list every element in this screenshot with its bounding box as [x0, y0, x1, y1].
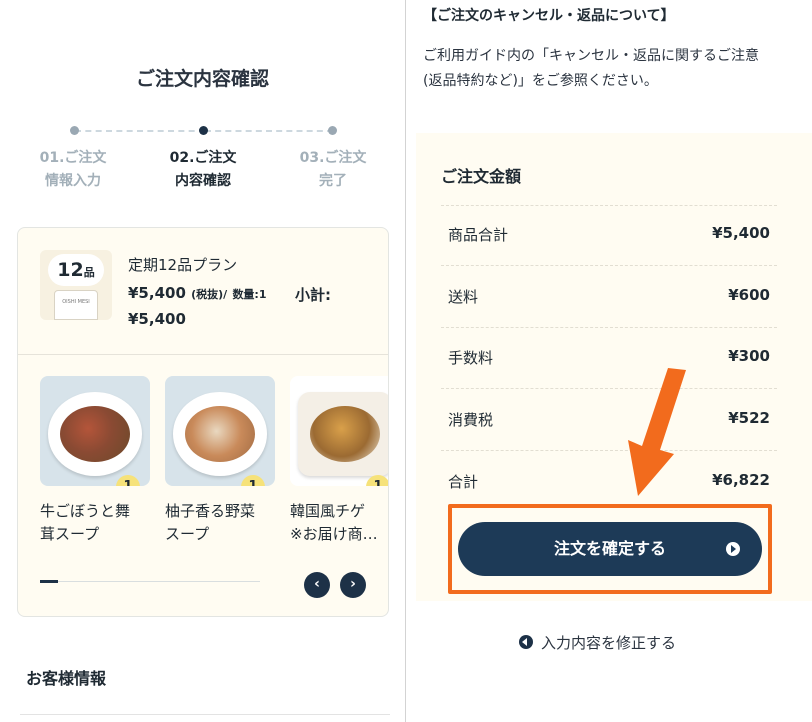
page-title: ご注文内容確認 — [135, 68, 269, 90]
edit-input-link[interactable]: 入力内容を修正する — [519, 632, 676, 653]
product-name-line1: 柚子香る野菜 — [165, 502, 256, 520]
meal-bag-image: OISHI MESI — [54, 290, 98, 320]
step-1-label: 01.ご注文 情報入力 — [18, 147, 128, 193]
product-item[interactable]: 1 韓国風チゲ ※お届け商… — [290, 376, 388, 546]
summary-value: ¥5,400 — [712, 224, 770, 242]
step-connector — [75, 130, 205, 132]
summary-divider — [441, 450, 777, 451]
section-divider — [20, 714, 390, 715]
step-3-line2: 完了 — [319, 173, 347, 189]
summary-label: 手数料 — [448, 349, 494, 367]
plan-tax-note: (税抜)/ — [191, 288, 228, 301]
cancel-policy-text: ご利用ガイド内の「キャンセル・返品に関するご注意 (返品特約など)」をご参照くだ… — [423, 44, 803, 94]
step-dot-3 — [328, 126, 337, 135]
product-item[interactable]: 1 牛ごぼうと舞 茸スープ — [40, 376, 150, 546]
summary-divider — [441, 265, 777, 266]
plan-count-unit: 品 — [83, 266, 95, 279]
summary-value: ¥300 — [728, 347, 770, 365]
product-image: 1 — [165, 376, 275, 486]
plan-subtotal-value: ¥5,400 — [128, 310, 186, 328]
arrow-shape — [628, 368, 686, 496]
step-dot-2 — [199, 126, 208, 135]
summary-label: 合計 — [448, 473, 479, 491]
order-amount-title: ご注文金額 — [441, 167, 522, 186]
plan-count-badge: 12品 — [48, 254, 104, 286]
checkout-screen: ご注文内容確認 01.ご注文 情報入力 02.ご注文 内容確認 03.ご注文 完… — [0, 0, 812, 722]
soup-shape — [185, 406, 255, 462]
cancel-policy-heading: 【ご注文のキャンセル・返品について】 — [423, 8, 675, 24]
order-confirm-panel: ご注文内容確認 01.ご注文 情報入力 02.ご注文 内容確認 03.ご注文 完… — [0, 0, 405, 722]
summary-row-shipping: 送料 ¥600 — [448, 286, 770, 310]
carousel-scroll-track[interactable] — [40, 581, 260, 582]
step-2-line1: 02.ご注文 — [169, 150, 237, 166]
summary-row-subtotal: 商品合計 ¥5,400 — [448, 224, 770, 248]
chevron-left-circle-icon — [519, 635, 533, 649]
soup-shape — [60, 406, 130, 462]
step-1-line1: 01.ご注文 — [39, 150, 107, 166]
product-name-line2: 茸スープ — [40, 525, 100, 543]
orange-arrow-icon — [628, 368, 686, 496]
edit-input-label: 入力内容を修正する — [541, 634, 677, 652]
summary-label: 消費税 — [448, 411, 494, 429]
summary-value: ¥6,822 — [712, 471, 770, 489]
card-divider — [18, 354, 388, 355]
product-name: 牛ごぼうと舞 茸スープ — [40, 500, 150, 546]
plan-thumbnail: 12品 OISHI MESI — [40, 250, 112, 320]
cancel-policy-line2: (返品特約など)」をご参照ください。 — [423, 73, 658, 89]
quantity-badge: 1 — [116, 475, 140, 486]
product-name-line2: スープ — [165, 525, 210, 543]
chevron-right-circle-icon — [726, 542, 740, 556]
plan-count: 12 — [57, 259, 84, 281]
step-3-label: 03.ご注文 完了 — [278, 147, 388, 193]
customer-info-heading: お客様情報 — [26, 669, 107, 688]
plan-price: ¥5,400 — [128, 284, 186, 302]
product-image: 1 — [40, 376, 150, 486]
summary-row-total: 合計 ¥6,822 — [448, 471, 770, 495]
quantity-badge: 1 — [241, 475, 265, 486]
confirm-order-label: 注文を確定する — [553, 539, 666, 558]
product-carousel[interactable]: 1 牛ごぼうと舞 茸スープ 1 柚子香る野菜 スープ — [40, 376, 388, 546]
plan-subtotal-label: 小計: — [295, 286, 331, 304]
order-item-card: 12品 OISHI MESI 定期12品プラン ¥5,400 (税抜)/ 数量:… — [17, 227, 389, 617]
step-1-line2: 情報入力 — [45, 173, 101, 189]
carousel-scroll-thumb[interactable] — [40, 580, 58, 583]
carousel-prev-button[interactable]: ‹ — [304, 572, 330, 598]
step-connector — [205, 130, 333, 132]
summary-divider — [441, 205, 777, 206]
progress-stepper: 01.ご注文 情報入力 02.ご注文 内容確認 03.ご注文 完了 — [20, 122, 390, 202]
summary-label: 送料 — [448, 288, 479, 306]
step-dot-1 — [70, 126, 79, 135]
summary-label: 商品合計 — [448, 226, 509, 244]
plan-name: 定期12品プラン — [128, 256, 238, 274]
order-summary-panel: 【ご注文のキャンセル・返品について】 ご利用ガイド内の「キャンセル・返品に関する… — [406, 0, 812, 722]
cancel-policy-line1: ご利用ガイド内の「キャンセル・返品に関するご注意 — [423, 48, 759, 64]
plan-quantity: 数量:1 — [232, 288, 267, 301]
product-name: 韓国風チゲ ※お届け商… — [290, 500, 388, 546]
summary-row-fee: 手数料 ¥300 — [448, 347, 770, 371]
step-3-line1: 03.ご注文 — [299, 150, 367, 166]
plan-price-line: ¥5,400 (税抜)/ 数量:1 — [128, 284, 267, 302]
product-item[interactable]: 1 柚子香る野菜 スープ — [165, 376, 275, 546]
product-image: 1 — [290, 376, 388, 486]
summary-row-tax: 消費税 ¥522 — [448, 409, 770, 433]
summary-divider — [441, 388, 777, 389]
product-name-line1: 韓国風チゲ — [290, 502, 366, 520]
product-name: 柚子香る野菜 スープ — [165, 500, 275, 546]
product-name-line2: ※お届け商… — [290, 525, 378, 543]
summary-value: ¥522 — [728, 409, 770, 427]
confirm-order-button[interactable]: 注文を確定する — [458, 522, 762, 576]
quantity-badge: 1 — [366, 475, 388, 486]
step-2-line2: 内容確認 — [175, 173, 231, 189]
summary-divider — [441, 327, 777, 328]
summary-value: ¥600 — [728, 286, 770, 304]
soup-shape — [310, 406, 380, 462]
product-name-line1: 牛ごぼうと舞 — [40, 502, 131, 520]
carousel-next-button[interactable]: › — [340, 572, 366, 598]
step-2-label: 02.ご注文 内容確認 — [148, 147, 258, 193]
